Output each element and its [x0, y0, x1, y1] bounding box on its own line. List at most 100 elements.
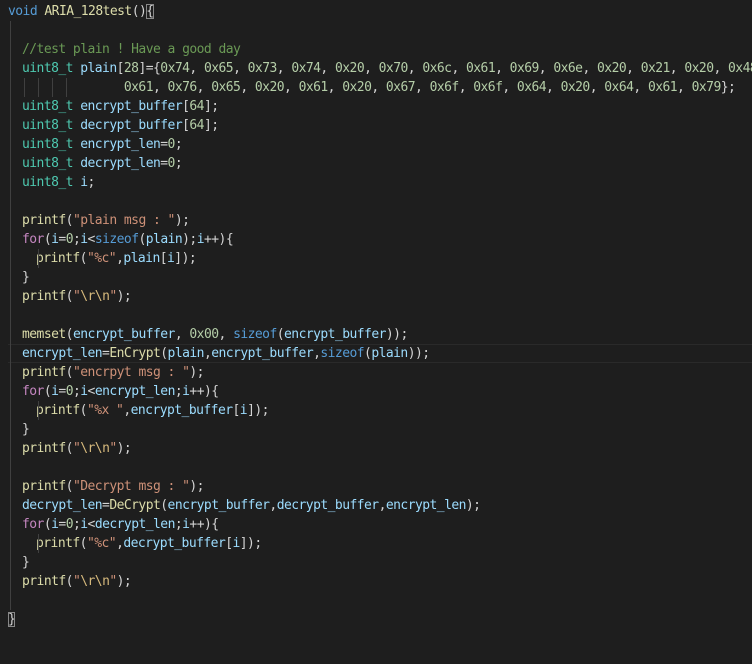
code-line[interactable] [8, 306, 752, 325]
indent-guide [10, 344, 11, 363]
code-line-text: } [22, 555, 30, 570]
code-token: printf [22, 479, 66, 494]
code-editor[interactable]: void ARIA_128test(){ //test plain ! Have … [0, 0, 752, 664]
code-token: ]={ [138, 61, 161, 76]
code-lines[interactable]: void ARIA_128test(){ //test plain ! Have … [8, 2, 752, 629]
code-token: plain [123, 251, 160, 266]
code-token: ( [160, 346, 168, 361]
code-token: 0x64 [604, 80, 634, 95]
code-token: void [8, 4, 38, 19]
code-token: 0x6f [429, 80, 460, 95]
code-line[interactable]: printf("%x ",encrypt_buffer[i]); [8, 401, 752, 420]
code-token: , [123, 403, 131, 418]
code-line[interactable]: } [8, 268, 752, 287]
code-line[interactable]: uint8_t decrypt_len=0; [8, 154, 752, 173]
code-token: 0x76 [167, 80, 198, 95]
code-line[interactable]: uint8_t i; [8, 173, 752, 192]
code-line[interactable]: } [8, 610, 752, 629]
code-token: i [196, 232, 205, 247]
code-line[interactable]: printf("encrpyt msg : "); [8, 363, 752, 382]
code-token: } [22, 270, 30, 285]
code-line[interactable]: printf("%c",plain[i]); [8, 249, 752, 268]
code-token: printf [22, 365, 66, 380]
code-token: , [669, 61, 685, 76]
code-line[interactable] [8, 591, 752, 610]
code-line[interactable] [8, 458, 752, 477]
code-line-text: encrypt_len=EnCrypt(plain,encrypt_buffer… [22, 346, 430, 361]
code-token: for [22, 384, 44, 399]
code-token: , [276, 61, 292, 76]
code-token: i [232, 536, 241, 551]
code-line[interactable]: for(i=0;i<sizeof(plain);i++){ [8, 230, 752, 249]
code-token: [ [159, 251, 168, 266]
code-line[interactable]: printf("\r\n"); [8, 287, 752, 306]
code-token: 0 [65, 232, 74, 247]
code-line-text: printf("\r\n"); [22, 574, 132, 589]
code-token: ); [174, 213, 190, 228]
code-token: , [626, 61, 641, 76]
code-token: 0x64 [516, 80, 547, 95]
code-line[interactable]: //test plain ! Have a good day [8, 40, 752, 59]
code-line[interactable]: void ARIA_128test(){ [8, 2, 752, 21]
code-token: }; [720, 80, 736, 95]
code-token: , [327, 80, 343, 95]
code-token: \r\n [80, 441, 110, 456]
code-token: ); [189, 365, 204, 380]
code-token: encrypt_buffer [167, 498, 270, 513]
code-line[interactable] [8, 21, 752, 40]
code-token: ]); [174, 251, 197, 266]
indent-guide [38, 78, 39, 97]
code-token: , [502, 80, 517, 95]
code-line-text: uint8_t plain[28]={0x74, 0x65, 0x73, 0x7… [22, 61, 752, 76]
code-token: sizeof [233, 327, 277, 342]
code-line[interactable]: memset(encrypt_buffer, 0x00, sizeof(encr… [8, 325, 752, 344]
indent-guide [10, 591, 11, 610]
code-token: 0x20 [334, 61, 365, 76]
code-line[interactable]: encrypt_len=EnCrypt(plain,encrypt_buffer… [8, 344, 752, 363]
code-line[interactable]: printf("\r\n"); [8, 439, 752, 458]
code-token: ]; [203, 99, 219, 114]
code-line[interactable]: uint8_t decrypt_buffer[64]; [8, 116, 752, 135]
indent-guide [10, 135, 11, 154]
code-token: DeCrypt [109, 498, 161, 513]
code-line[interactable]: uint8_t encrypt_buffer[64]; [8, 97, 752, 116]
code-token: ; [174, 156, 183, 171]
code-line[interactable]: } [8, 553, 752, 572]
indent-guide [10, 553, 11, 572]
code-line[interactable]: for(i=0;i<decrypt_len;i++){ [8, 515, 752, 534]
indent-guide [10, 78, 11, 97]
code-line[interactable]: } [8, 420, 752, 439]
code-line[interactable]: printf("%c",decrypt_buffer[i]); [8, 534, 752, 553]
indent-guide [10, 325, 11, 344]
code-line[interactable]: printf("plain msg : "); [8, 211, 752, 230]
code-token: )); [407, 346, 430, 361]
code-token: ; [174, 137, 183, 152]
code-token: ( [65, 213, 74, 228]
indent-guide [10, 97, 11, 116]
code-token: , [633, 80, 648, 95]
code-line[interactable]: 0x61, 0x76, 0x65, 0x20, 0x61, 0x20, 0x67… [8, 78, 752, 97]
indent-guide [10, 230, 11, 249]
code-token: [ [225, 536, 233, 551]
code-token: \r\n [80, 289, 110, 304]
code-token: "%c" [86, 536, 117, 551]
code-token: 0x61 [647, 80, 678, 95]
indent-guide [10, 401, 11, 420]
code-line[interactable]: printf("Decrypt msg : "); [8, 477, 752, 496]
indent-guide [10, 420, 11, 439]
code-token: encrypt_len [22, 346, 103, 361]
code-token: < [87, 384, 96, 399]
code-line-text: } [8, 612, 16, 627]
code-token: decrypt_buffer [276, 498, 379, 513]
code-line[interactable]: uint8_t encrypt_len=0; [8, 135, 752, 154]
code-token: 0x79 [691, 80, 722, 95]
code-token: "%x " [86, 403, 124, 418]
code-line[interactable]: for(i=0;i<encrypt_len;i++){ [8, 382, 752, 401]
code-line[interactable] [8, 192, 752, 211]
code-line[interactable]: uint8_t plain[28]={0x74, 0x65, 0x73, 0x7… [8, 59, 752, 78]
code-token: EnCrypt [109, 346, 161, 361]
code-line[interactable]: printf("\r\n"); [8, 572, 752, 591]
code-line[interactable]: decrypt_len=DeCrypt(encrypt_buffer,decry… [8, 496, 752, 515]
indent-guide [52, 78, 53, 97]
code-token: for [22, 517, 44, 532]
